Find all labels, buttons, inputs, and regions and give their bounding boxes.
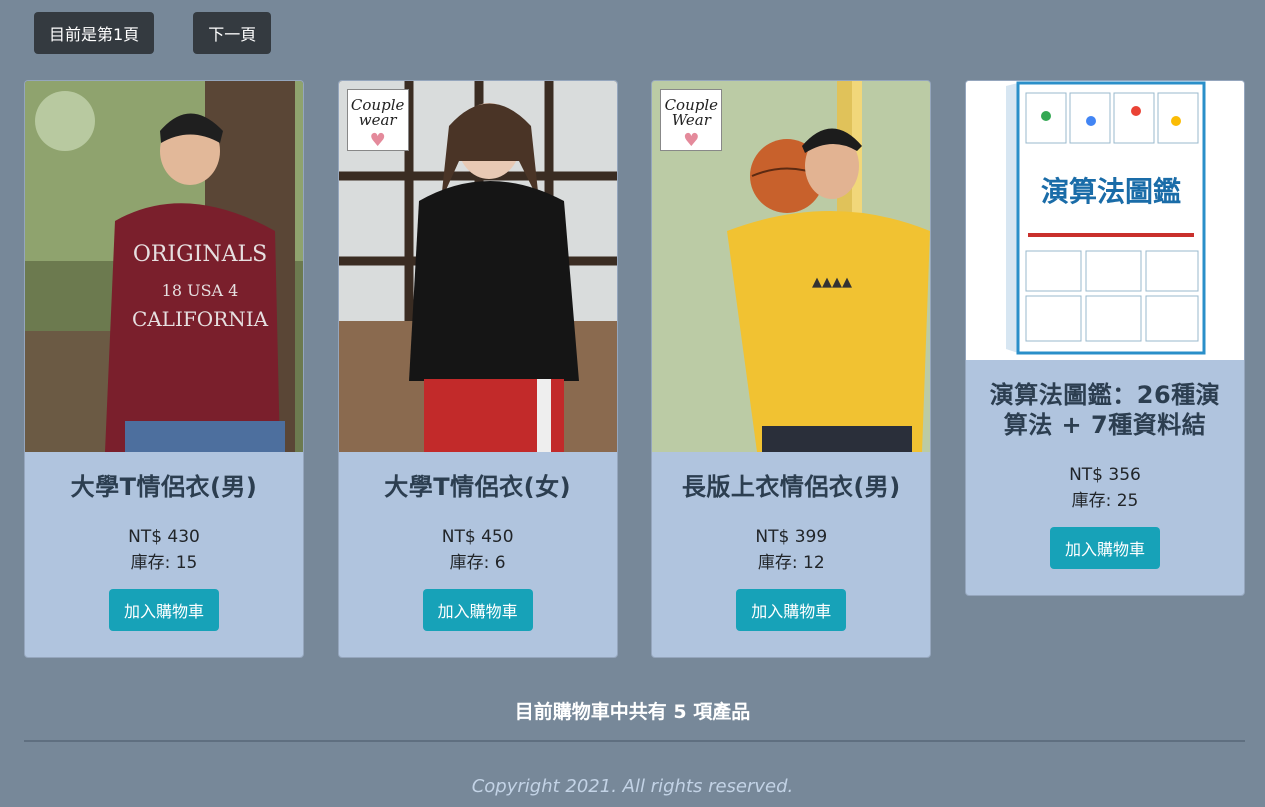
product-grid: ORIGINALS 18 USA 4 CALIFORNIA 大學T情侶衣(男) … — [24, 80, 1245, 658]
svg-text:18 USA 4: 18 USA 4 — [162, 281, 239, 300]
product-image: Couple wear ♥ — [338, 81, 617, 452]
product-name: 長版上衣情侶衣(男) — [681, 473, 901, 501]
product-price: NT$ 450 — [441, 527, 514, 547]
svg-text:CALIFORNIA: CALIFORNIA — [132, 307, 269, 331]
add-to-cart-button[interactable]: 加入購物車 — [422, 589, 533, 631]
product-price: NT$ 430 — [128, 527, 200, 547]
svg-text:ORIGINALS: ORIGINALS — [133, 242, 267, 267]
brand-logo: Couple Wear ♥ — [660, 89, 723, 151]
product-price: NT$ 356 — [1069, 465, 1141, 485]
copyright-text: Copyright 2021. All rights reserved. — [471, 776, 794, 797]
product-card: ▲▲▲▲ Couple Wear ♥ 長版上衣情侶衣(男) NT$ 399 庫存… — [651, 80, 932, 658]
product-price: NT$ 399 — [755, 527, 828, 547]
product-stock: 庫存: 6 — [449, 553, 506, 573]
product-image: ORIGINALS 18 USA 4 CALIFORNIA — [25, 81, 303, 452]
pagination-bar: 目前是第1頁 下一頁 — [34, 12, 272, 54]
cart-summary: 目前購物車中共有 5 項產品 — [514, 701, 751, 723]
brand-logo-text: Couple wear — [350, 96, 405, 129]
product-name: 演算法圖鑑：26種演算法 + 7種資料結 — [989, 381, 1221, 439]
product-stock: 庫存: 15 — [130, 553, 198, 573]
product-image: 演算法圖鑑 — [965, 81, 1244, 360]
product-name: 大學T情侶衣(男) — [70, 473, 258, 501]
add-to-cart-button[interactable]: 加入購物車 — [736, 589, 847, 631]
product-name: 大學T情侶衣(女) — [384, 473, 572, 501]
product-card: Couple wear ♥ 大學T情侶衣(女) NT$ 450 庫存: 6 加入… — [337, 80, 618, 658]
brand-logo-text: Couple Wear — [664, 96, 719, 129]
product-image: ▲▲▲▲ Couple Wear ♥ — [652, 81, 931, 452]
add-to-cart-button[interactable]: 加入購物車 — [108, 589, 219, 631]
brand-logo: Couple wear ♥ — [346, 89, 409, 151]
add-to-cart-button[interactable]: 加入購物車 — [1049, 527, 1160, 569]
product-card: 演算法圖鑑 演算法圖鑑：26種演算法 + 7種資料結 NT$ 356 庫存: 2… — [964, 80, 1245, 596]
heart-icon: ♥ — [683, 130, 700, 151]
next-page-button[interactable]: 下一頁 — [193, 12, 272, 54]
heart-icon: ♥ — [369, 130, 386, 151]
svg-text:▲▲▲▲: ▲▲▲▲ — [812, 275, 852, 290]
footer-divider — [24, 740, 1245, 742]
product-stock: 庫存: 12 — [757, 553, 825, 573]
product-card: ORIGINALS 18 USA 4 CALIFORNIA 大學T情侶衣(男) … — [24, 80, 304, 658]
book-cover-title: 演算法圖鑑 — [1041, 175, 1181, 208]
product-stock: 庫存: 25 — [1071, 491, 1139, 511]
current-page-button[interactable]: 目前是第1頁 — [34, 12, 155, 54]
